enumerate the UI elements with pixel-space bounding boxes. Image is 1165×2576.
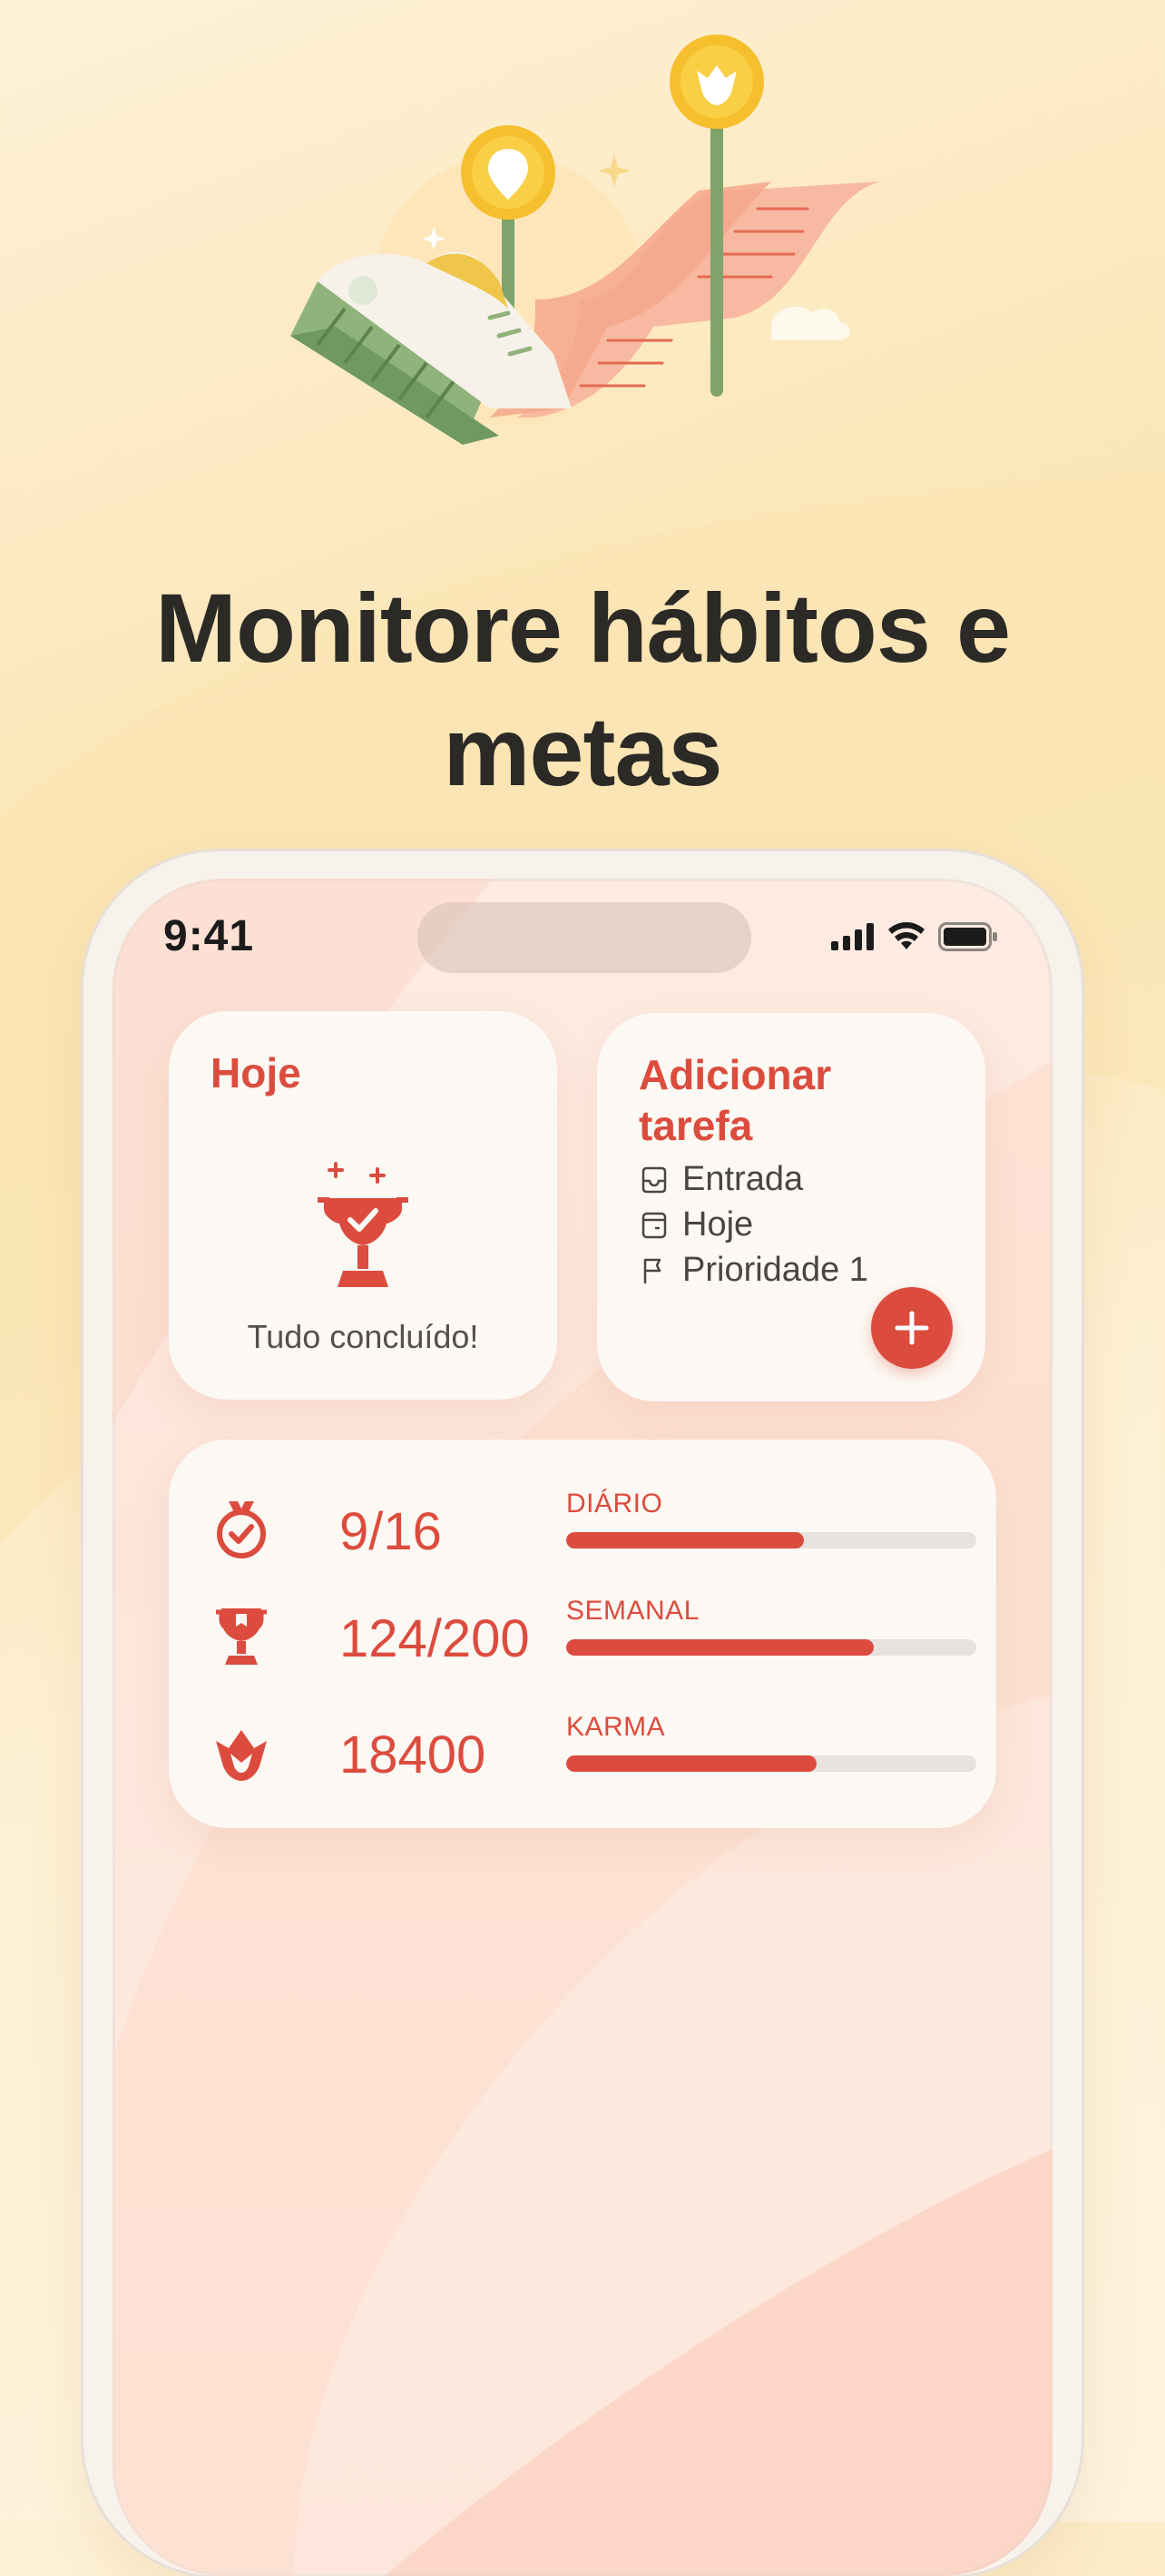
today-widget-title: Hoje bbox=[210, 1049, 301, 1096]
trophy-icon bbox=[216, 1608, 267, 1665]
weekly-progress-bar bbox=[566, 1639, 976, 1656]
cellular-signal-icon bbox=[831, 923, 874, 950]
wifi-icon bbox=[888, 922, 925, 949]
karma-progress-fill bbox=[566, 1755, 817, 1772]
status-icons bbox=[831, 920, 998, 953]
inbox-icon bbox=[641, 1166, 667, 1193]
hero-illustration bbox=[290, 34, 880, 445]
karma-label: KARMA bbox=[566, 1712, 666, 1742]
inbox-label: Entrada bbox=[682, 1160, 804, 1198]
daily-value: 9/16 bbox=[339, 1502, 442, 1561]
add-task-title: Adicionar tarefa bbox=[639, 1051, 832, 1149]
karma-icon bbox=[216, 1730, 267, 1781]
page-headline: Monitore hábitos e metas bbox=[0, 566, 1165, 813]
weekly-label: SEMANAL bbox=[566, 1596, 700, 1626]
add-task-button[interactable] bbox=[871, 1287, 953, 1369]
phone-screen: 9:41 Hoje Tudo concluído! Adicionar tare… bbox=[113, 879, 1052, 2576]
medal-icon bbox=[217, 1501, 266, 1558]
weekly-value: 124/200 bbox=[339, 1609, 530, 1668]
karma-value: 18400 bbox=[339, 1726, 486, 1785]
headline-line-1: Monitore hábitos e bbox=[154, 573, 1011, 683]
status-bar: 9:41 bbox=[113, 879, 1052, 988]
battery-icon bbox=[938, 922, 997, 951]
today-label: Hoje bbox=[682, 1205, 754, 1244]
headline-line-2: metas bbox=[443, 696, 722, 807]
stat-row-weekly: 124/200 SEMANAL bbox=[209, 1596, 976, 1677]
plus-icon bbox=[895, 1311, 929, 1345]
add-task-widget[interactable]: Adicionar tarefa Entrada Hoje Prioridade… bbox=[597, 1013, 985, 1401]
productivity-stats-widget[interactable]: 9/16 DIÁRIO 124/200 SEMANAL 18400 KARMA bbox=[169, 1440, 996, 1828]
dynamic-island bbox=[417, 902, 751, 973]
daily-progress-bar bbox=[566, 1532, 976, 1549]
stat-row-daily: 9/16 DIÁRIO bbox=[209, 1489, 976, 1570]
add-row-priority[interactable]: Prioridade 1 bbox=[639, 1251, 868, 1290]
stat-row-karma: 18400 KARMA bbox=[209, 1712, 976, 1794]
karma-progress-bar bbox=[566, 1755, 976, 1772]
add-row-today[interactable]: Hoje bbox=[639, 1205, 753, 1244]
add-row-inbox[interactable]: Entrada bbox=[639, 1160, 803, 1199]
daily-label: DIÁRIO bbox=[566, 1489, 663, 1519]
calendar-icon bbox=[641, 1212, 667, 1238]
flag-icon bbox=[643, 1258, 661, 1283]
daily-progress-fill bbox=[566, 1532, 805, 1549]
trophy-icon bbox=[318, 1162, 408, 1287]
priority-label: Prioridade 1 bbox=[682, 1251, 868, 1289]
today-widget[interactable]: Hoje Tudo concluído! bbox=[169, 1011, 557, 1400]
status-time: 9:41 bbox=[163, 912, 255, 960]
today-completed-text: Tudo concluído! bbox=[247, 1318, 479, 1355]
weekly-progress-fill bbox=[566, 1639, 874, 1656]
